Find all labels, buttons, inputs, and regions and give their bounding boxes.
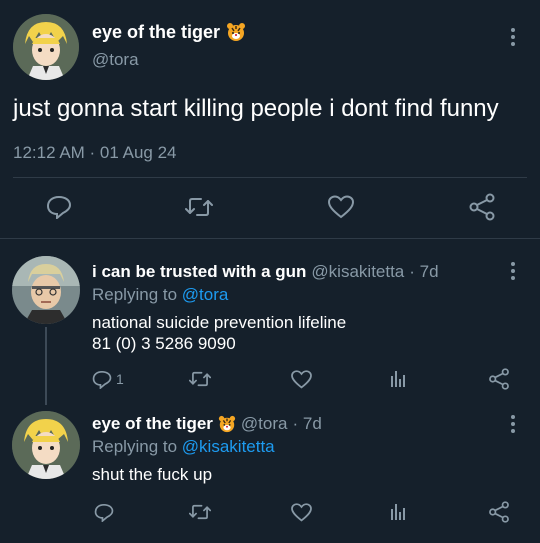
- reply-1-reply-button[interactable]: 1: [92, 368, 124, 390]
- tiger-emoji-icon: [226, 22, 246, 42]
- heart-icon[interactable]: [326, 194, 356, 220]
- reply-2-age[interactable]: · 7d: [292, 414, 321, 434]
- reply-icon[interactable]: [44, 194, 74, 220]
- retweet-icon[interactable]: [183, 194, 215, 220]
- reply-icon: [92, 370, 112, 389]
- main-tweet-divider-top: [13, 177, 527, 178]
- reply-1-text-line-2: 81 (0) 3 5286 9090: [92, 334, 236, 353]
- reply-1-stats-icon[interactable]: [387, 369, 409, 389]
- reply-1-avatar[interactable]: [12, 256, 80, 324]
- reply-2-share-icon[interactable]: [487, 500, 511, 524]
- thread-connector: [45, 327, 47, 405]
- reply-2-text-line-1: shut the fuck up: [92, 465, 213, 484]
- reply-2-heart-icon[interactable]: [289, 502, 313, 522]
- reply-2-handle[interactable]: @tora: [241, 414, 288, 434]
- reply-2-more-icon[interactable]: [503, 413, 523, 435]
- tiger-emoji-icon: [218, 415, 236, 433]
- main-tweet-handle[interactable]: @tora: [92, 50, 139, 70]
- reply-2-stats-icon[interactable]: [387, 502, 409, 522]
- reply-1-share-icon[interactable]: [487, 367, 511, 391]
- reply-2-retweet-icon[interactable]: [188, 502, 212, 522]
- replying-to-label: Replying to: [92, 437, 178, 456]
- share-icon[interactable]: [466, 192, 498, 222]
- main-tweet-text: just gonna start killing people i dont f…: [13, 95, 499, 122]
- reply-1-more-icon[interactable]: [503, 260, 523, 282]
- reply-2-reply-icon[interactable]: [92, 501, 116, 523]
- main-tweet-avatar[interactable]: [13, 14, 79, 80]
- reply-1-age[interactable]: · 7d: [409, 262, 438, 282]
- replying-to-handle[interactable]: @tora: [182, 285, 229, 304]
- reply-2-replying-to: Replying to @kisakitetta: [92, 437, 275, 457]
- reply-1-heart-icon[interactable]: [289, 369, 313, 389]
- reply-1-retweet-icon[interactable]: [188, 369, 212, 389]
- main-tweet-display-name[interactable]: eye of the tiger: [92, 22, 220, 43]
- reply-1-header: i can be trusted with a gun @kisakitetta…: [92, 261, 439, 283]
- main-tweet-author[interactable]: eye of the tiger: [92, 20, 246, 44]
- main-tweet-timestamp[interactable]: 12:12 AM · 01 Aug 24: [13, 143, 177, 163]
- reply-1-replying-to: Replying to @tora: [92, 285, 228, 305]
- reply-2-display-name[interactable]: eye of the tiger: [92, 414, 213, 434]
- main-tweet-more-icon[interactable]: [503, 26, 523, 48]
- reply-count: 1: [116, 371, 124, 387]
- reply-1-handle[interactable]: @kisakitetta: [311, 262, 404, 282]
- reply-1-display-name[interactable]: i can be trusted with a gun: [92, 262, 306, 282]
- replying-to-label: Replying to: [92, 285, 178, 304]
- reply-2-header: eye of the tiger @tora · 7d: [92, 413, 322, 435]
- reply-2-avatar[interactable]: [12, 411, 80, 479]
- main-tweet-divider-bottom: [0, 238, 540, 239]
- replying-to-handle[interactable]: @kisakitetta: [182, 437, 275, 456]
- reply-1-text-line-1: national suicide prevention lifeline: [92, 313, 347, 332]
